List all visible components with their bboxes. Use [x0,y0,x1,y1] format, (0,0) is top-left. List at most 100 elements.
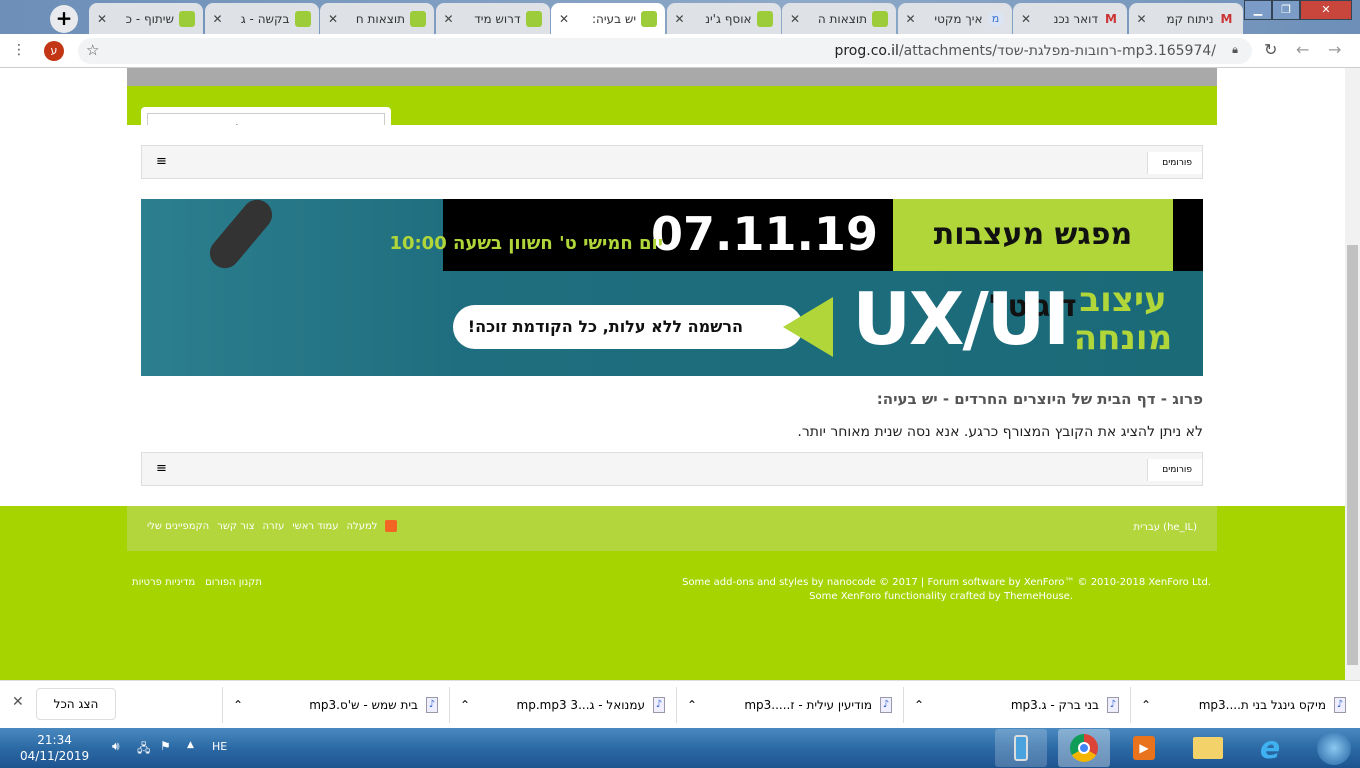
language-selector[interactable]: עברית (he_IL) [1134,522,1198,533]
tab[interactable]: M דואר נכנ ✕ [1013,3,1127,34]
prog-icon [641,10,657,27]
breadcrumb[interactable]: פורומים [1147,152,1202,174]
close-tab-icon[interactable]: ✕ [559,12,569,26]
close-window-button[interactable]: ✕ [1300,0,1352,20]
gmail-icon: M [1220,11,1233,26]
avatar[interactable]: ע [44,41,64,61]
chevron-up-icon[interactable]: ⌃ [1141,698,1151,712]
chevron-up-icon[interactable]: ⌃ [687,698,697,712]
tab[interactable]: מ איך מקטי ✕ [897,3,1012,34]
minimize-button[interactable]: ▁ [1244,0,1272,20]
hamburger-icon[interactable]: ≡ [156,461,167,476]
downloads-bar: ✕ הצג הכל ♪ מיקס גינגל בני ת....mp3 ⌃ ♪ בני … [0,680,1360,728]
prog-icon [756,10,773,27]
footer-link[interactable]: הקמפיינים שלי [147,521,209,532]
start-button[interactable] [1308,729,1360,767]
forward-icon[interactable]: → [1328,40,1341,59]
chevron-up-icon[interactable]: ⌃ [914,698,924,712]
network-icon[interactable]: 🖧 [137,739,150,760]
prog-icon [179,10,195,27]
copyright: Some add-ons and styles by nanocode © 20… [682,577,1211,588]
tab-title: דואר נכנ [1053,11,1098,26]
breadcrumb-bar-bottom: ≡ פורומים [141,452,1203,486]
close-tab-icon[interactable]: ✕ [444,12,454,26]
new-tab-button[interactable]: + [50,5,78,33]
download-item[interactable]: ♪ בית שמש - ש'ס.mp3 ⌃ [222,687,448,723]
tab-title: תוצאות ח [355,11,405,26]
close-tab-icon[interactable]: ✕ [790,12,800,26]
download-filename: בית שמש - ש'ס.mp3 [309,698,418,712]
download-item[interactable]: ♪ עמנואל - ג...3 mp.mp3 ⌃ [449,687,675,723]
chevron-up-icon[interactable]: ⌃ [233,698,243,712]
footer-nav: עברית (he_IL) הקמפיינים שלי צור קשר עזרה עמ… [127,506,1217,551]
footer-link[interactable]: צור קשר [217,521,254,532]
media-player-icon[interactable]: ▶ [1118,729,1170,767]
close-tab-icon[interactable]: ✕ [328,12,338,26]
tab[interactable]: תוצאות ח ✕ [320,3,434,34]
language-indicator[interactable]: HE [212,740,227,753]
prog-icon [872,10,888,27]
flag-icon[interactable]: ⚑ [160,739,171,753]
maximize-button[interactable]: ❐ [1272,0,1300,20]
volume-icon[interactable]: 🔊︎ [112,739,120,754]
reload-icon[interactable]: ↻ [1264,40,1277,59]
terms-link[interactable]: תקנון הפורום [205,577,262,588]
close-tab-icon[interactable]: ✕ [1021,12,1031,26]
privacy-link[interactable]: מדיניות פרטיות [132,577,195,588]
url-path: /attachments/רחובות-מפלגת-שסד-mp3.165974… [898,43,1216,59]
tab[interactable]: אוסף ג'ינ ✕ [666,3,781,34]
error-message: לא ניתן להציג את הקובץ המצורף כרגע. אנא … [797,424,1203,440]
address-bar-row: ⋮ ע ☆ prog.co.il/attachments/רחובות-מפלג… [0,34,1360,68]
banner-event: מפגש מעצבות דיגיטל [893,199,1173,324]
audio-file-icon: ♪ [1107,697,1119,713]
tab-title: דרוש מיד [474,11,521,26]
breadcrumb[interactable]: פורומים [1147,459,1202,481]
window-controls: ▁ ❐ ✕ [1244,0,1356,20]
bookmark-star-icon[interactable]: ☆ [86,41,99,59]
prog-icon [525,10,542,27]
tab-title: שיתוף - כ [125,11,174,26]
tab[interactable]: בקשה - ג ✕ [204,3,319,34]
prog-icon [410,10,426,27]
microphone-icon [203,199,279,275]
tab[interactable]: יש בעיה: ✕ [551,3,665,34]
footer-link[interactable]: למעלה [347,521,378,532]
credit: Some XenForo functionality crafted by Th… [809,591,1073,602]
hamburger-icon[interactable]: ≡ [156,154,167,169]
tab-title: ניתוח קמ [1166,11,1214,26]
tab-title: יש בעיה: [591,11,636,26]
show-hidden-icons[interactable]: ▲ [187,740,194,750]
download-filename: בני ברק - ג.mp3 [1010,698,1099,712]
close-tab-icon[interactable]: ✕ [906,12,916,26]
tab[interactable]: M ניתוח קמ ✕ [1128,3,1243,34]
menu-icon[interactable]: ⋮ [12,42,26,58]
back-icon[interactable]: ← [1296,40,1309,59]
file-explorer-icon[interactable] [1182,729,1234,767]
download-item[interactable]: ♪ מודיעין עילית - ז.....mp3 ⌃ [676,687,902,723]
clock-date: 04/11/2019 [20,749,90,763]
phone-app-icon[interactable] [995,729,1047,767]
tab[interactable]: תוצאות ה ✕ [782,3,896,34]
gmail-icon: M [1105,11,1117,26]
close-tab-icon[interactable]: ✕ [97,12,107,26]
event-banner[interactable]: מפגש מעצבות דיגיטל 07.11.19 יום חמישי ט'… [141,199,1203,376]
tab[interactable]: שיתוף - כ ✕ [89,3,203,34]
close-tab-icon[interactable]: ✕ [1137,12,1147,26]
footer-link[interactable]: עזרה [263,521,285,532]
omnibox[interactable]: ☆ prog.co.il/attachments/רחובות-מפלגת-שס… [78,38,1252,64]
footer-link[interactable]: עמוד ראשי [292,521,338,532]
rss-icon[interactable] [385,520,398,532]
show-all-button[interactable]: הצג הכל [36,688,116,720]
tab-title: אוסף ג'ינ [705,11,752,26]
close-tab-icon[interactable]: ✕ [675,12,685,26]
chrome-icon[interactable] [1058,729,1110,767]
taskbar: 21:34 04/11/2019 🔊︎ 🖧 ⚑ ▲ HE ▶ e [0,728,1360,768]
close-downloads-icon[interactable]: ✕ [12,694,24,710]
tab[interactable]: דרוש מיד ✕ [435,3,550,34]
download-item[interactable]: ♪ מיקס גינגל בני ת....mp3 ⌃ [1130,687,1356,723]
chevron-up-icon[interactable]: ⌃ [460,698,470,712]
download-item[interactable]: ♪ בני ברק - ג.mp3 ⌃ [903,687,1129,723]
close-tab-icon[interactable]: ✕ [213,12,223,26]
scrollbar-thumb[interactable] [1347,245,1358,665]
internet-explorer-icon[interactable]: e [1244,729,1296,767]
